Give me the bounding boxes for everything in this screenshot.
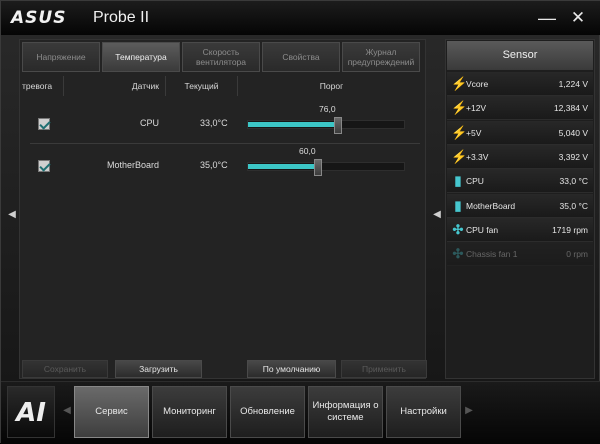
sensor-value-unit: °C (578, 200, 588, 211)
threshold-slider[interactable] (247, 117, 405, 134)
sensor-row: ✣ CPU fan 1719 rpm (447, 217, 593, 242)
title-bar: ASUS Probe II — ✕ (1, 1, 600, 35)
sensor-value-number: 12,384 (553, 103, 580, 114)
sensor-name: MotherBoard (106, 160, 159, 170)
left-panel-arrow[interactable]: ◀ (7, 206, 17, 224)
nav-monitor[interactable]: Мониторинг (152, 386, 227, 438)
sensor-current: 33,0°C (200, 118, 228, 128)
sensor-label: +3.3V (466, 151, 489, 162)
sensor-label: +5V (466, 127, 482, 138)
sensor-value-unit: V (582, 79, 588, 89)
sensor-row: ⚡ +12V 12,384 V (447, 96, 593, 121)
tab-properties[interactable]: Свойства (262, 42, 340, 72)
threshold-value: 76,0 (319, 104, 336, 114)
sensor-value: 1719 rpm (552, 225, 588, 235)
sensor-panel: Sensor ⚡ Vcore 1,224 V ⚡ +12V 12,384 V ⚡ +5V 5,0… (445, 39, 595, 379)
sensor-panel-title: Sensor (447, 41, 593, 70)
lightning-icon: ⚡ (451, 100, 468, 116)
bottom-nav: AI ◀ Сервис Мониторинг Обновление Информ… (1, 381, 600, 444)
sensor-value: 3,392 V (559, 152, 588, 162)
fan-icon: ✣ (452, 246, 464, 262)
sensor-value-unit: rpm (573, 249, 588, 260)
sensor-value: 0 rpm (566, 249, 588, 259)
asus-logo: ASUS (11, 8, 67, 28)
table-row: MotherBoard 35,0°C 60,0 (20, 146, 427, 186)
sensor-value: 12,384 V (554, 103, 588, 113)
table-row: CPU 33,0°C 76,0 (20, 104, 427, 144)
lightning-icon: ⚡ (451, 76, 468, 91)
sensor-value: 33,0 °C (560, 176, 588, 186)
minimize-button[interactable]: — (536, 7, 558, 29)
threshold-slider[interactable] (247, 159, 405, 176)
sensor-label: Chassis fan 1 (466, 249, 518, 260)
sensor-current: 35,0°C (200, 160, 228, 170)
sensor-name: CPU (139, 118, 159, 128)
nav-settings[interactable]: Настройки (386, 386, 461, 438)
sensor-value-unit: °C (578, 176, 588, 187)
lightning-icon: ⚡ (451, 124, 468, 140)
nav-update[interactable]: Обновление (230, 386, 305, 438)
main-panel: Напряжение Температура Скорость вентилят… (19, 39, 427, 379)
apply-button[interactable]: Применить (341, 360, 427, 378)
tab-fan-speed[interactable]: Скорость вентилятора (182, 42, 260, 72)
alarm-checkbox-cpu[interactable] (38, 118, 50, 130)
thermometer-icon: ▮ (454, 197, 462, 213)
sensor-label: CPU (466, 176, 484, 187)
slider-fill (248, 122, 337, 127)
ai-suite-logo: AI (7, 386, 55, 438)
lightning-icon: ⚡ (451, 148, 468, 164)
load-button[interactable]: Загрузить (115, 360, 202, 378)
nav-left-arrow[interactable]: ◀ (63, 402, 71, 420)
sensor-label: Vcore (466, 79, 489, 89)
tab-warning-log[interactable]: Журнал предупреждений (342, 42, 420, 72)
sensor-row: ⚡ +5V 5,040 V (447, 120, 593, 145)
threshold-value: 60,0 (299, 146, 316, 156)
fan-icon: ✣ (452, 221, 464, 237)
row-divider (30, 143, 420, 144)
sensor-label: MotherBoard (466, 200, 516, 211)
sensor-value: 1,224 V (559, 79, 588, 89)
probe-window: ASUS Probe II — ✕ ◀ Напряжение Температу… (0, 0, 600, 444)
sensor-value-number: 3,392 (558, 151, 580, 162)
sensor-value-unit: V (582, 103, 588, 114)
sensor-row: ⚡ Vcore 1,224 V (447, 72, 593, 96)
tab-temperature[interactable]: Температура (102, 42, 180, 72)
app-title: Probe II (93, 9, 150, 26)
sensor-value-number: 33,0 (559, 176, 577, 187)
sensor-value: 35,0 °C (560, 201, 588, 211)
sensor-value-number: 35,0 (559, 200, 577, 211)
sensor-label: CPU fan (466, 224, 499, 235)
sensor-row: ✣ Chassis fan 1 0 rpm (447, 242, 593, 267)
thermometer-icon: ▮ (454, 173, 462, 189)
sensor-value-number: 1,224 (558, 79, 580, 89)
column-alarm: тревога (22, 76, 64, 96)
column-current: Текущий (166, 76, 238, 96)
slider-fill (248, 164, 317, 169)
slider-thumb[interactable] (334, 117, 342, 134)
default-button[interactable]: По умолчанию (247, 360, 336, 378)
slider-thumb[interactable] (314, 159, 322, 176)
sensor-row: ▮ MotherBoard 35,0 °C (447, 193, 593, 218)
sensor-value-unit: V (582, 127, 588, 138)
nav-right-arrow[interactable]: ▶ (465, 402, 473, 420)
right-panel-arrow[interactable]: ◀ (432, 206, 442, 224)
sensor-value-unit: V (582, 151, 588, 162)
alarm-checkbox-motherboard[interactable] (38, 160, 50, 172)
column-sensor: Датчик (64, 76, 166, 96)
nav-system-info[interactable]: Информация о системе (308, 386, 383, 438)
sensor-row: ⚡ +3.3V 3,392 V (447, 144, 593, 169)
save-button[interactable]: Сохранить (22, 360, 108, 378)
sensor-value-number: 5,040 (558, 127, 580, 138)
sensor-value-number: 1719 (552, 224, 571, 235)
sensor-label: +12V (466, 103, 487, 114)
nav-tool[interactable]: Сервис (74, 386, 149, 438)
sensor-value: 5,040 V (559, 128, 588, 138)
tab-bar: Напряжение Температура Скорость вентилят… (20, 40, 427, 72)
column-threshold: Порог (319, 81, 344, 91)
tab-voltage[interactable]: Напряжение (22, 42, 100, 72)
sensor-row: ▮ CPU 33,0 °C (447, 169, 593, 194)
close-button[interactable]: ✕ (567, 7, 589, 29)
sensor-value-unit: rpm (573, 224, 588, 235)
